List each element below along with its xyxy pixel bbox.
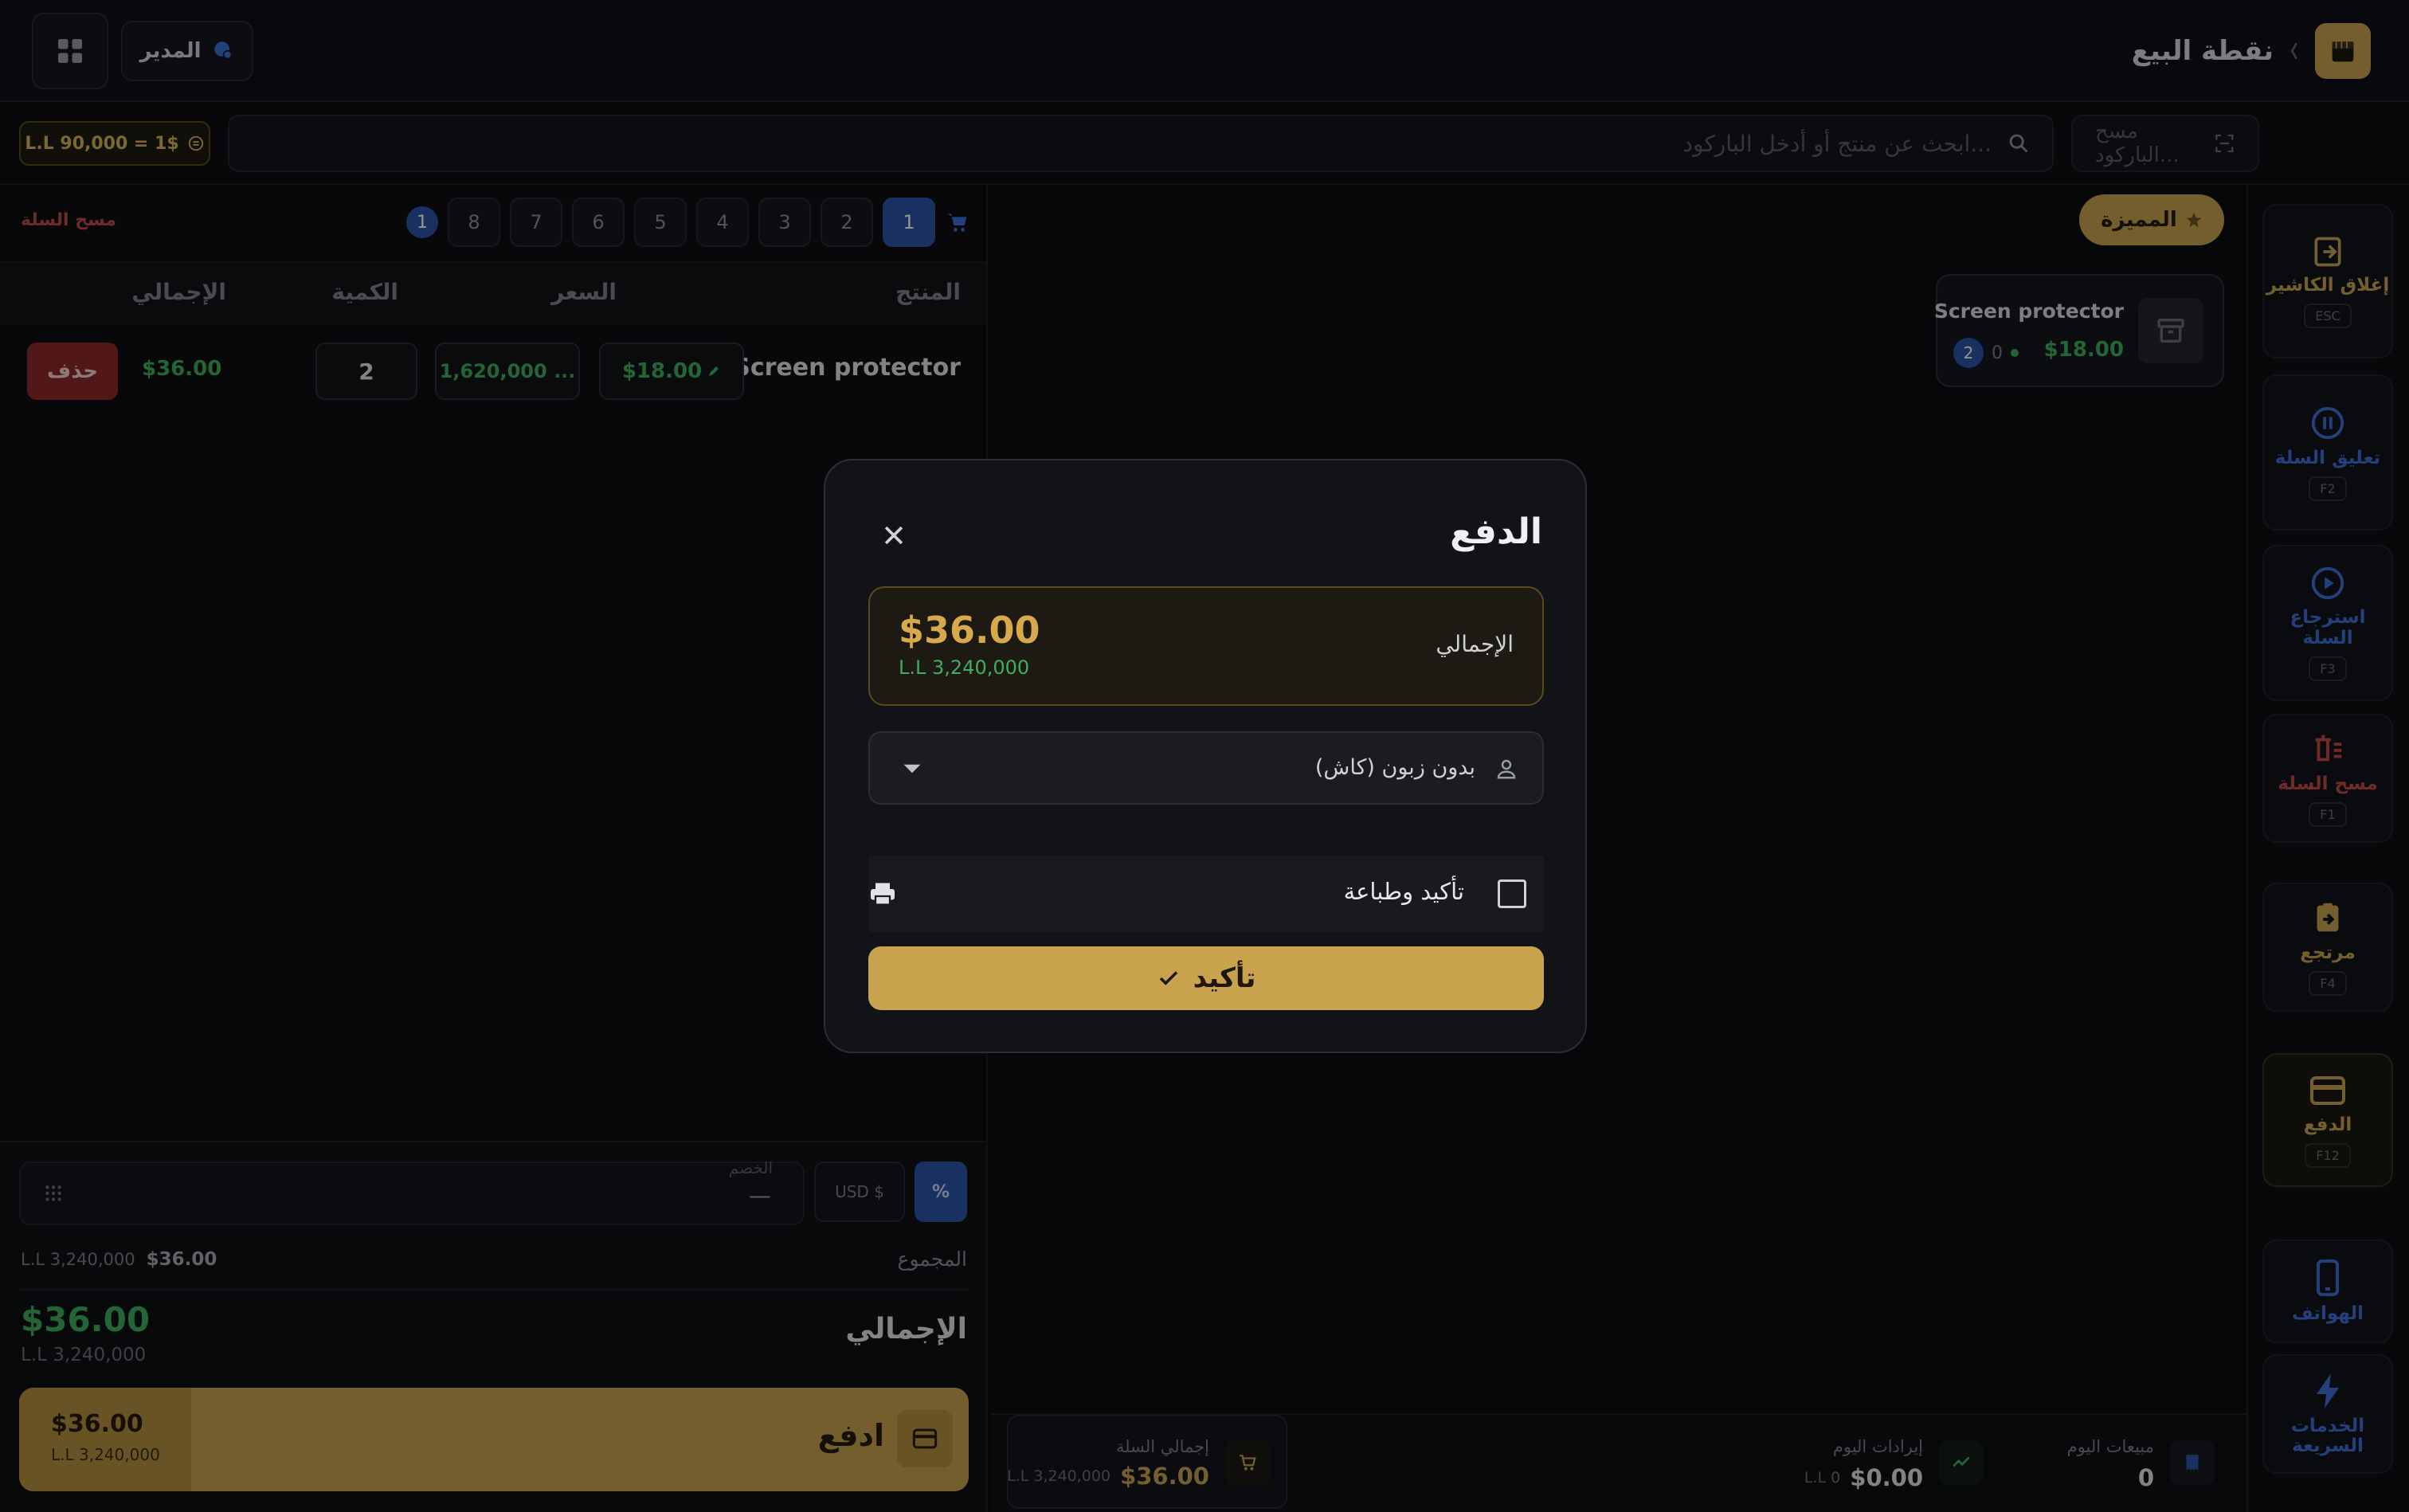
modal-close-button[interactable] [878, 519, 910, 551]
printer-icon [871, 883, 895, 906]
modal-total-box: الإجمالي $36.00 L.L 3,240,000 [868, 586, 1544, 706]
modal-total-label: الإجمالي [1436, 631, 1514, 657]
customer-select-value: بدون زبون (كاش) [1314, 755, 1475, 780]
customer-select[interactable]: بدون زبون (كاش) [868, 731, 1544, 805]
confirm-print-checkbox[interactable] [1498, 879, 1526, 908]
close-icon [884, 526, 903, 545]
confirm-button[interactable]: تأكيد [868, 946, 1544, 1010]
modal-total-ll: L.L 3,240,000 [899, 656, 1030, 679]
confirm-print-label: تأكيد وطباعة [1343, 878, 1464, 905]
chevron-down-icon [903, 764, 921, 774]
user-icon [1497, 759, 1516, 779]
confirm-print-row: تأكيد وطباعة [868, 856, 1544, 932]
modal-total-usd: $36.00 [899, 609, 1040, 652]
check-icon [1159, 971, 1177, 985]
payment-modal: الدفع الإجمالي $36.00 L.L 3,240,000 بدون… [824, 459, 1587, 1053]
modal-title: الدفع [1450, 511, 1542, 552]
confirm-button-label: تأكيد [1193, 962, 1256, 994]
